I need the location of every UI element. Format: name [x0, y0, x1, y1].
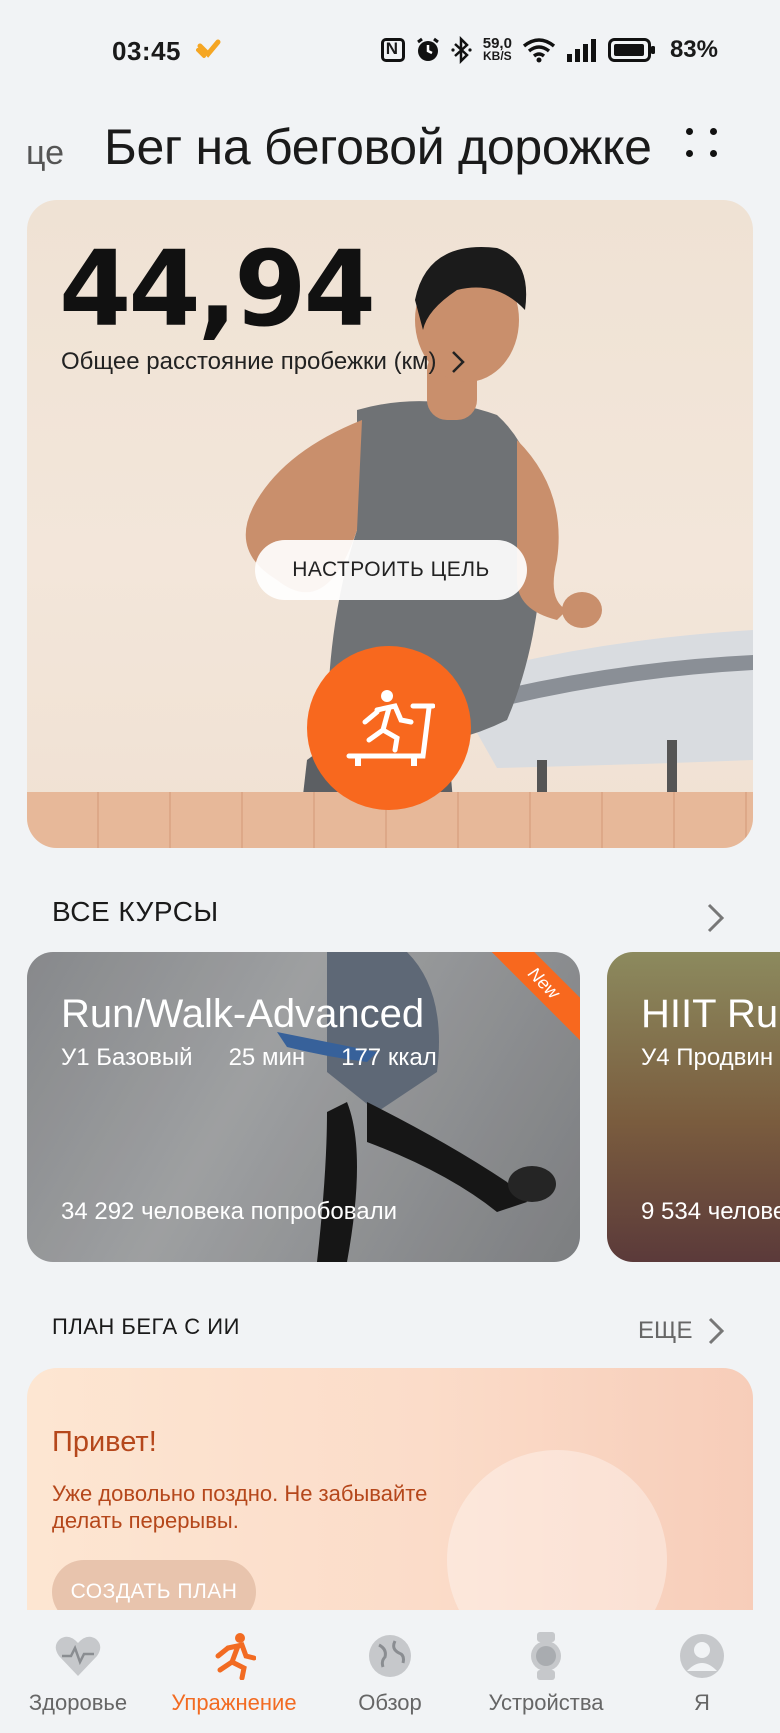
nav-item-me[interactable]: Я	[624, 1610, 780, 1733]
nav-label: Упражнение	[171, 1690, 297, 1715]
running-icon	[208, 1630, 260, 1682]
nfc-icon	[380, 38, 405, 62]
course-card[interactable]: New Run/Walk-Advanced У1 Базовый 25 мин …	[27, 952, 580, 1262]
status-time: 03:45	[112, 36, 181, 66]
nav-label: Я	[694, 1690, 710, 1715]
network-speed-unit: KB/S	[483, 49, 512, 63]
ai-plan-more-link[interactable]: ЕЩЕ	[638, 1316, 725, 1346]
course-meta: У4 Продвин	[641, 1044, 773, 1072]
chevron-right-icon	[708, 1317, 724, 1345]
course-level: У1 Базовый	[61, 1044, 193, 1071]
bottom-nav: Здоровье Упражнение Обзор Устройства Я	[0, 1610, 780, 1733]
status-icons: 59,0 KB/S 83%	[380, 36, 718, 64]
chevron-right-icon	[451, 351, 465, 373]
all-courses-chevron-icon[interactable]	[706, 902, 726, 934]
nav-label: Устройства	[488, 1690, 604, 1715]
battery-icon	[607, 38, 655, 62]
health-app-notification-icon	[196, 39, 221, 58]
heart-pulse-icon	[52, 1630, 104, 1682]
status-bar: 03:45 59,0 KB/S	[0, 0, 780, 100]
course-card[interactable]: HIIT Run У4 Продвин 9 534 челове	[607, 952, 780, 1262]
course-tried-count: 34 292 человека попробовали	[61, 1198, 397, 1225]
plan-message: Уже довольно поздно. Не забывайте делать…	[52, 1481, 428, 1533]
nav-label: Здоровье	[28, 1690, 128, 1715]
battery-percent: 83%	[669, 36, 718, 63]
treadmill-runner-icon	[346, 690, 435, 766]
header: це Бег на беговой дорожке	[0, 100, 780, 200]
nav-item-health[interactable]: Здоровье	[0, 1610, 156, 1733]
ai-plan-more-label: ЕЩЕ	[638, 1317, 693, 1344]
signal-icon	[566, 39, 596, 62]
wifi-icon	[522, 38, 556, 63]
more-options-button[interactable]	[680, 118, 730, 168]
course-level: У4 Продвин	[641, 1044, 774, 1071]
globe-icon	[364, 1630, 416, 1682]
total-distance-value: 44,94	[59, 228, 376, 350]
set-goal-button[interactable]: НАСТРОИТЬ ЦЕЛЬ	[255, 540, 527, 600]
course-tried-count: 9 534 челове	[641, 1198, 780, 1225]
nav-item-devices[interactable]: Устройства	[468, 1610, 624, 1733]
page-title: Бег на беговой дорожке	[104, 119, 652, 175]
watch-icon	[520, 1630, 572, 1682]
hero-card: 44,94 Общее расстояние пробежки (км) НАС…	[27, 200, 753, 848]
start-workout-button[interactable]	[307, 646, 471, 810]
course-title: Run/Walk-Advanced	[61, 992, 425, 1036]
ai-plan-title: ПЛАН БЕГА С ИИ	[52, 1314, 240, 1339]
total-distance-link[interactable]: Общее расстояние пробежки (км)	[61, 348, 465, 376]
alarm-icon	[416, 37, 439, 61]
nav-item-exercise[interactable]: Упражнение	[156, 1610, 312, 1733]
nav-item-overview[interactable]: Обзор	[312, 1610, 468, 1733]
nav-label: Обзор	[358, 1690, 422, 1715]
course-meta: У1 Базовый 25 мин 177 ккал	[61, 1044, 437, 1072]
course-calories: 177 ккал	[341, 1044, 437, 1071]
course-title: HIIT Run	[641, 992, 780, 1036]
bluetooth-icon	[451, 36, 472, 64]
previous-tab-label[interactable]: це	[26, 134, 64, 173]
network-speed: 59,0 KB/S	[483, 36, 512, 63]
total-distance-label: Общее расстояние пробежки (км)	[61, 348, 437, 375]
all-courses-title: ВСЕ КУРСЫ	[52, 896, 219, 927]
profile-icon	[676, 1630, 728, 1682]
plan-greeting: Привет!	[52, 1426, 157, 1458]
course-duration: 25 мин	[228, 1044, 306, 1071]
